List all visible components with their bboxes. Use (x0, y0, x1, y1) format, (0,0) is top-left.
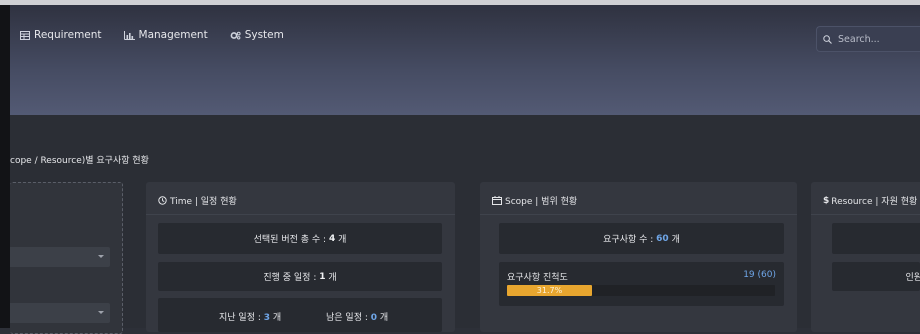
scope-panel: Scope | 범위 현황 요구사항 수 : 60 개 요구사항 진척도 19 … (480, 182, 797, 332)
section-title: cope / Resource)별 요구사항 현황 (10, 156, 149, 166)
clock-icon (158, 196, 167, 205)
search-input[interactable] (836, 32, 920, 46)
left-edge-strip (0, 5, 10, 328)
filter-panel (10, 182, 123, 334)
filter-select-1[interactable] (10, 247, 110, 267)
progress-label: 요구사항 진척도 (507, 273, 568, 283)
resource-stat-2: 인원 (832, 262, 920, 291)
gear-icon (230, 31, 241, 40)
table-icon (20, 30, 30, 40)
chevron-down-icon (98, 255, 104, 258)
nav-item-requirement[interactable]: Requirement (20, 29, 102, 41)
nav-item-label: Management (138, 29, 208, 41)
panel-title: Scope | 범위 현황 (492, 194, 577, 207)
panel-title: Time | 일정 현황 (158, 194, 237, 207)
past-remaining-schedule: 지난 일정 : 3 개 남은 일정 : 0 개 (158, 298, 442, 332)
resource-stat-1 (832, 223, 920, 254)
search-icon (823, 34, 832, 44)
divider (811, 214, 920, 215)
dollar-icon: $ (823, 195, 830, 206)
nav-item-system[interactable]: System (230, 29, 284, 41)
chart-icon (123, 30, 135, 40)
nav-item-management[interactable]: Management (123, 29, 208, 41)
remaining-schedule: 남은 일정 : 0 개 (326, 313, 389, 323)
progress-count: 19 (60) (743, 270, 776, 280)
requirement-count: 요구사항 수 : 60 개 (499, 223, 784, 254)
selected-version-total: 선택된 버전 총 수 : 4 개 (158, 223, 442, 254)
in-progress-schedule: 진행 중 일정 : 1 개 (158, 262, 442, 291)
search-box[interactable] (816, 26, 920, 52)
progress-fill: 31.7% (507, 285, 592, 296)
top-header: Requirement Management System (10, 5, 920, 115)
calendar-icon (492, 196, 502, 205)
progress-track: 31.7% (507, 285, 775, 296)
time-panel: Time | 일정 현황 선택된 버전 총 수 : 4 개 진행 중 일정 : … (146, 182, 455, 332)
panel-title: $ Resource | 자원 현황 (823, 195, 918, 208)
nav-item-label: Requirement (34, 29, 102, 41)
past-schedule: 지난 일정 : 3 개 (219, 313, 282, 323)
chevron-down-icon (98, 311, 104, 314)
divider (146, 214, 455, 215)
requirement-progress: 요구사항 진척도 19 (60) 31.7% (499, 262, 784, 306)
main-nav: Requirement Management System (20, 29, 306, 41)
resource-panel: $ Resource | 자원 현황 인원 (811, 182, 920, 332)
divider (480, 214, 797, 215)
dashboard-content: cope / Resource)별 요구사항 현황 Time | 일정 현황 선… (10, 115, 920, 334)
filter-select-2[interactable] (10, 303, 110, 323)
nav-item-label: System (244, 29, 284, 41)
